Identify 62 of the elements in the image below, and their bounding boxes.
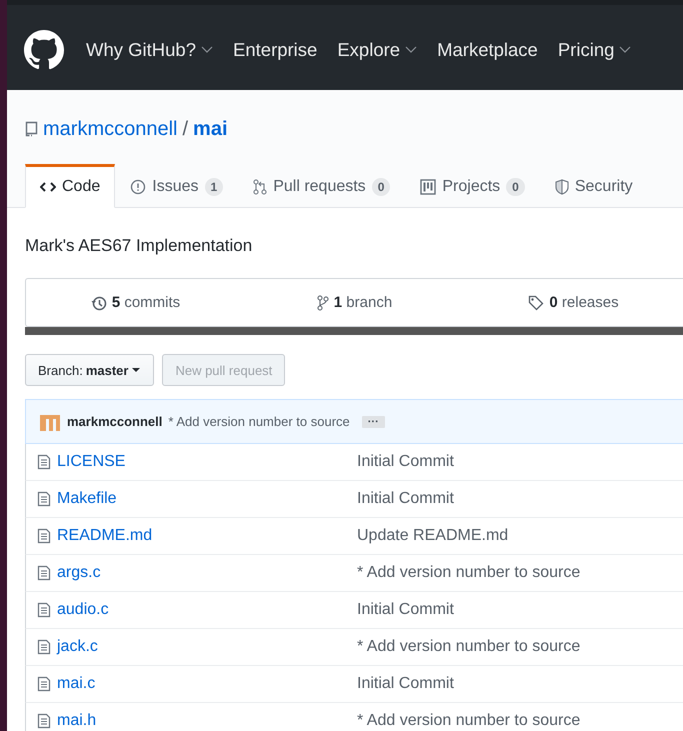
count-badge: 0 (372, 178, 390, 196)
history-icon (90, 294, 107, 310)
chevron-down-icon (201, 46, 214, 54)
repo-name-link[interactable]: mai (193, 118, 228, 141)
repo-tab[interactable]: Projects 0 (405, 164, 540, 208)
file-link[interactable]: Makefile (37, 490, 357, 508)
caret-icon (131, 367, 142, 373)
summary-link[interactable]: 5 commits (26, 294, 245, 311)
file-link[interactable]: audio.c (37, 601, 357, 619)
file-link[interactable]: README.md (37, 527, 357, 545)
expand-button[interactable]: ··· (362, 416, 385, 428)
commit-message[interactable]: * Add version number to source (168, 414, 350, 429)
commit-author[interactable]: markmcconnell (67, 414, 162, 429)
file-icon (37, 676, 51, 692)
branch-select[interactable]: Branch: master (25, 354, 154, 386)
file-link[interactable]: mai.c (37, 675, 357, 693)
file-link[interactable]: args.c (37, 564, 357, 582)
nav-link[interactable]: Explore (337, 39, 418, 61)
file-icon (37, 491, 51, 507)
repo-description: Mark's AES67 Implementation (25, 236, 254, 256)
pull-request-icon (253, 179, 268, 195)
summary-link[interactable]: 1 branch (245, 294, 464, 311)
repo-tab[interactable]: Issues 1 (115, 164, 238, 208)
project-board-icon (420, 179, 436, 195)
summary-link[interactable]: 0 releases (464, 294, 683, 311)
commit-message[interactable]: * Add version number to source (357, 638, 683, 656)
nav-link[interactable]: Why GitHub? (86, 39, 214, 61)
file-icon (37, 454, 51, 470)
file-link[interactable]: mai.h (37, 712, 357, 730)
chevron-down-icon (619, 46, 632, 54)
branch-icon (316, 294, 329, 310)
file-link[interactable]: jack.c (37, 638, 357, 656)
chevron-down-icon (405, 46, 418, 54)
commit-message[interactable]: Initial Commit (357, 601, 683, 619)
alert-circle-icon (130, 179, 146, 195)
commit-message[interactable]: Initial Commit (357, 453, 683, 471)
file-icon (37, 639, 51, 655)
repo-icon (25, 121, 38, 138)
file-icon (37, 602, 51, 618)
file-icon (37, 713, 51, 729)
commit-message[interactable]: * Add version number to source (357, 712, 683, 730)
owner-link[interactable]: markmcconnell (43, 118, 178, 141)
repo-tab[interactable]: Pull requests 0 (238, 164, 406, 208)
shield-icon (554, 179, 569, 195)
count-badge: 1 (204, 178, 224, 196)
tag-icon (528, 294, 544, 310)
repo-tab[interactable]: Security (540, 164, 648, 208)
commit-message[interactable]: Update README.md (357, 527, 683, 545)
count-badge: 0 (506, 178, 525, 196)
nav-link[interactable]: Marketplace (437, 39, 538, 61)
commit-message[interactable]: Initial Commit (357, 675, 683, 693)
commit-message[interactable]: * Add version number to source (357, 564, 683, 582)
file-icon (37, 528, 51, 544)
file-icon (37, 565, 51, 581)
code-icon (40, 181, 56, 193)
repo-tab[interactable]: Code (25, 164, 116, 208)
nav-link[interactable]: Pricing (558, 39, 632, 61)
nav-link[interactable]: Enterprise (233, 39, 318, 61)
logo-icon[interactable] (24, 30, 64, 70)
file-link[interactable]: LICENSE (37, 453, 357, 471)
path-separator: / (182, 118, 188, 141)
commit-message[interactable]: Initial Commit (357, 490, 683, 508)
